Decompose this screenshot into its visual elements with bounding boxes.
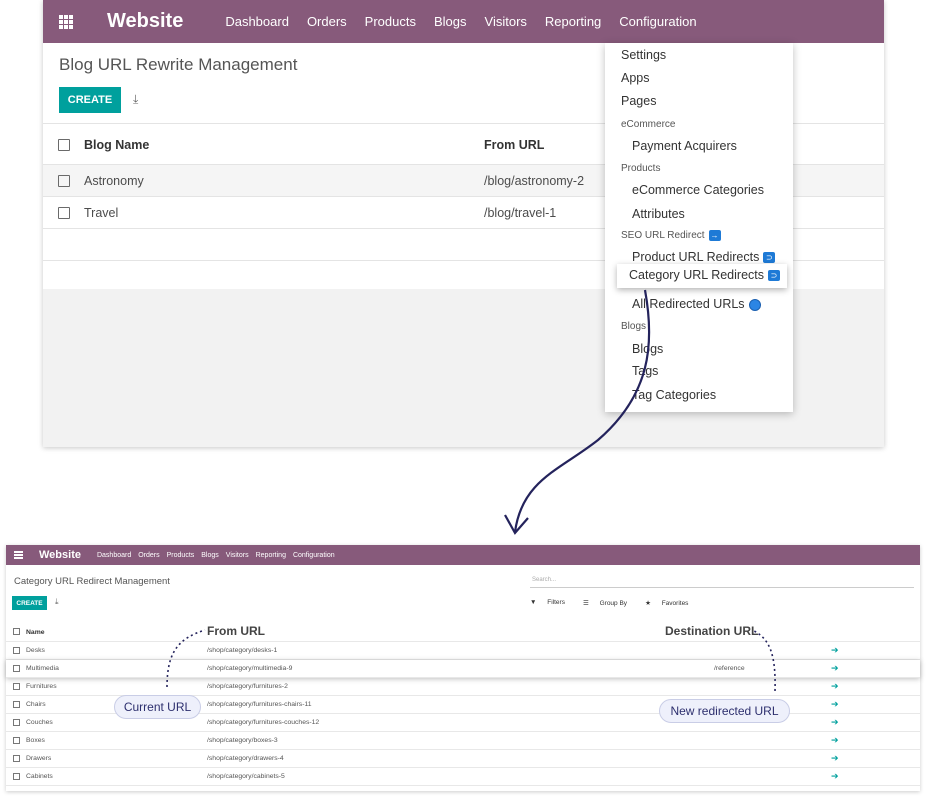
redirected-url-dotted-line — [751, 629, 776, 692]
flow-arrow-curve — [513, 289, 651, 533]
current-url-dotted-line — [166, 629, 206, 688]
annotation-overlay — [166, 289, 776, 692]
